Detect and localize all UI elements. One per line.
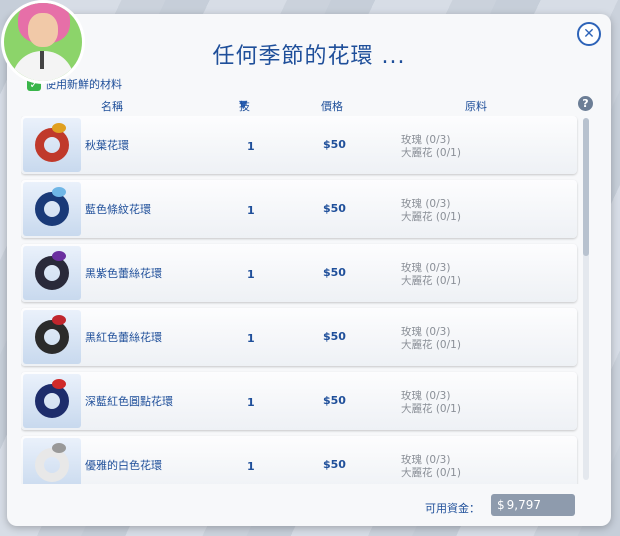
wreath-icon	[35, 443, 69, 482]
ingredient-line: 大麗花 (0/1)	[401, 403, 461, 415]
recipe-row[interactable]: 藍色條紋花環 1 $50 玫瑰 (0/3) 大麗花 (0/1)	[21, 180, 577, 238]
recipe-skill: 1	[247, 460, 255, 473]
wreath-thumbnail	[23, 118, 81, 172]
simoleon-icon: $	[323, 202, 331, 215]
wreath-icon	[35, 315, 69, 354]
close-icon: ✕	[583, 26, 595, 42]
avatar-face	[28, 13, 58, 47]
simoleon-icon: $	[497, 498, 505, 512]
sim-avatar[interactable]	[1, 0, 85, 84]
recipe-skill: 1	[247, 332, 255, 345]
recipe-row[interactable]: 深藍紅色圓點花環 1 $50 玫瑰 (0/3) 大麗花 (0/1)	[21, 372, 577, 430]
simoleon-icon: $	[323, 266, 331, 279]
recipe-price: $50	[323, 266, 346, 279]
simoleon-icon: $	[323, 138, 331, 151]
recipe-ingredients: 玫瑰 (0/3) 大麗花 (0/1)	[401, 262, 461, 288]
ingredient-line: 大麗花 (0/1)	[401, 339, 461, 351]
recipe-skill: 1	[247, 140, 255, 153]
bow-icon	[52, 123, 66, 133]
column-header-skill[interactable]: 技能▼	[239, 98, 250, 129]
funds-label: 可用資金：	[425, 502, 480, 515]
simoleon-icon: $	[323, 330, 331, 343]
scrollbar[interactable]	[583, 118, 589, 480]
wreath-thumbnail	[23, 374, 81, 428]
wreath-icon	[35, 251, 69, 290]
recipe-name: 黑紅色蕾絲花環	[85, 331, 162, 344]
bow-icon	[52, 379, 66, 389]
simoleon-icon: $	[323, 394, 331, 407]
recipe-ingredients: 玫瑰 (0/3) 大麗花 (0/1)	[401, 134, 461, 160]
recipe-ingredients: 玫瑰 (0/3) 大麗花 (0/1)	[401, 390, 461, 416]
ingredient-line: 玫瑰 (0/3)	[401, 262, 451, 274]
bow-icon	[52, 443, 66, 453]
funds-amount: $ 9,797	[491, 494, 575, 516]
recipe-price: $50	[323, 202, 346, 215]
column-headers: 名稱 技能▼ 價格 原料	[21, 98, 581, 129]
recipe-name: 深藍紅色圓點花環	[85, 395, 173, 408]
wreath-icon	[35, 187, 69, 226]
column-header-ingredients[interactable]: 原料	[465, 98, 487, 114]
wreath-thumbnail	[23, 246, 81, 300]
recipe-skill: 1	[247, 268, 255, 281]
wreath-icon	[35, 123, 69, 162]
recipe-row[interactable]: 黑紫色蕾絲花環 1 $50 玫瑰 (0/3) 大麗花 (0/1)	[21, 244, 577, 302]
recipe-row[interactable]: 秋葉花環 1 $50 玫瑰 (0/3) 大麗花 (0/1)	[21, 116, 577, 174]
recipe-list: 秋葉花環 1 $50 玫瑰 (0/3) 大麗花 (0/1) 藍色條紋花環 1 $50 玫瑰 (0…	[21, 116, 579, 484]
avatar-tie	[40, 51, 44, 69]
crafting-dialog: 任何季節的花環 ... ✕ ✓ 使用新鮮的材料 名稱 技能▼ 價格 原料 ? 秋…	[1, 0, 611, 526]
recipe-row[interactable]: 黑紅色蕾絲花環 1 $50 玫瑰 (0/3) 大麗花 (0/1)	[21, 308, 577, 366]
recipe-price: $50	[323, 458, 346, 471]
close-button[interactable]: ✕	[577, 22, 601, 46]
recipe-ingredients: 玫瑰 (0/3) 大麗花 (0/1)	[401, 198, 461, 224]
recipe-skill: 1	[247, 204, 255, 217]
recipe-ingredients: 玫瑰 (0/3) 大麗花 (0/1)	[401, 454, 461, 480]
recipe-name: 藍色條紋花環	[85, 203, 151, 216]
recipe-ingredients: 玫瑰 (0/3) 大麗花 (0/1)	[401, 326, 461, 352]
bow-icon	[52, 187, 66, 197]
recipe-name: 秋葉花環	[85, 139, 129, 152]
funds-value: 9,797	[506, 498, 541, 512]
ingredient-line: 大麗花 (0/1)	[401, 275, 461, 287]
wreath-thumbnail	[23, 310, 81, 364]
scrollbar-thumb[interactable]	[583, 118, 589, 256]
column-header-price[interactable]: 價格	[321, 98, 343, 114]
ingredient-line: 大麗花 (0/1)	[401, 467, 461, 479]
recipe-name: 黑紫色蕾絲花環	[85, 267, 162, 280]
wreath-icon	[35, 379, 69, 418]
ingredient-line: 玫瑰 (0/3)	[401, 134, 451, 146]
dialog-title: 任何季節的花環 ...	[212, 44, 406, 69]
recipe-name: 優雅的白色花環	[85, 459, 162, 472]
recipe-skill: 1	[247, 396, 255, 409]
wreath-thumbnail	[23, 438, 81, 484]
ingredient-line: 玫瑰 (0/3)	[401, 326, 451, 338]
ingredient-line: 大麗花 (0/1)	[401, 147, 461, 159]
wreath-thumbnail	[23, 182, 81, 236]
column-header-name[interactable]: 名稱	[101, 98, 123, 114]
recipe-price: $50	[323, 394, 346, 407]
ingredient-line: 大麗花 (0/1)	[401, 211, 461, 223]
recipe-price: $50	[323, 138, 346, 151]
recipe-price: $50	[323, 330, 346, 343]
bow-icon	[52, 251, 66, 261]
ingredient-line: 玫瑰 (0/3)	[401, 454, 451, 466]
recipe-row[interactable]: 優雅的白色花環 1 $50 玫瑰 (0/3) 大麗花 (0/1)	[21, 436, 577, 484]
ingredient-line: 玫瑰 (0/3)	[401, 198, 451, 210]
simoleon-icon: $	[323, 458, 331, 471]
help-icon[interactable]: ?	[578, 96, 593, 111]
ingredient-line: 玫瑰 (0/3)	[401, 390, 451, 402]
bow-icon	[52, 315, 66, 325]
